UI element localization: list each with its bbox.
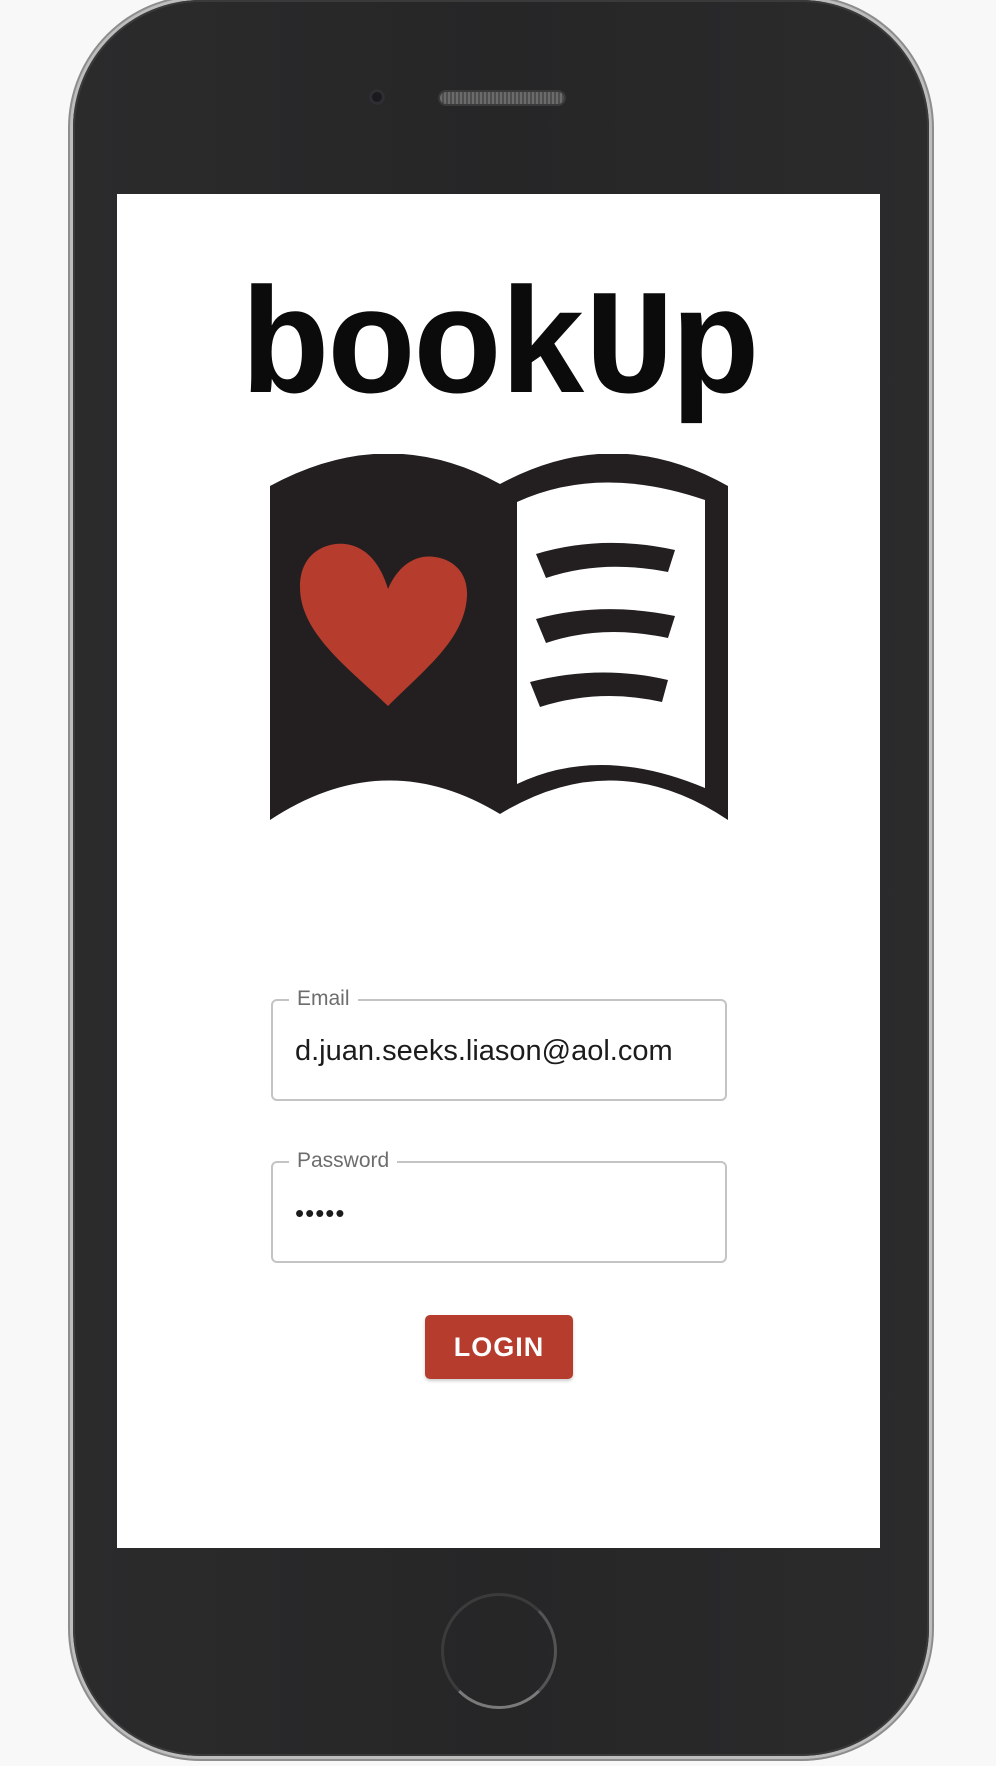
app-screen: bookUp Email Password LOGIN xyxy=(117,194,880,1548)
brand-title: bookUp xyxy=(240,268,760,438)
front-camera-icon xyxy=(369,89,385,105)
password-input[interactable] xyxy=(295,1193,711,1233)
password-label: Password xyxy=(289,1149,398,1173)
password-field: Password xyxy=(271,1149,727,1263)
email-label: Email xyxy=(289,987,358,1011)
speaker-grille-icon xyxy=(440,92,564,104)
email-input[interactable] xyxy=(295,1031,711,1071)
home-button-icon[interactable] xyxy=(441,1593,557,1709)
email-field: Email xyxy=(271,987,727,1101)
login-button[interactable]: LOGIN xyxy=(425,1315,573,1379)
open-book-heart-icon xyxy=(270,454,728,820)
